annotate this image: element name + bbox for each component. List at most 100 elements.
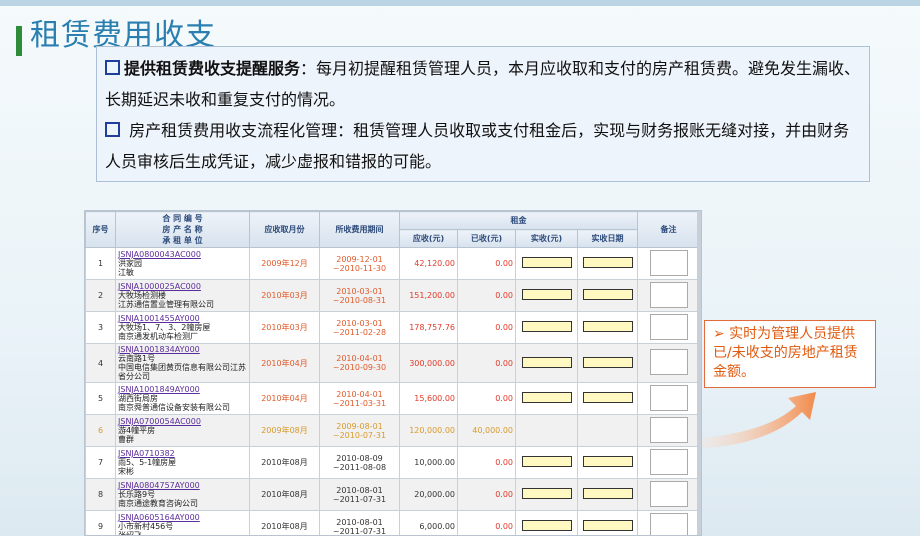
contract-code-link[interactable]: JSNJA0710382 [118, 449, 247, 458]
header-seq: 序号 [85, 211, 116, 248]
period-to: ~2011-02-28 [332, 327, 387, 337]
note-textarea[interactable] [649, 349, 688, 375]
tenant-name: 南京舜普通信设备安装有限公司 [118, 403, 230, 412]
period-from: 2009-08-01 [336, 421, 383, 431]
cell-period: 2010-08-09 ~2011-08-08 [319, 446, 400, 479]
contract-code-link[interactable]: JSNJA1000025AC000 [118, 282, 247, 291]
actual-amount-input[interactable] [521, 321, 572, 332]
property-name: 雨5、5-1幢房屋 [118, 458, 177, 467]
actual-amount-input[interactable] [521, 456, 572, 467]
contract-code-link[interactable]: JSNJA0800043AC000 [118, 250, 247, 259]
actual-amount-input[interactable] [521, 488, 572, 499]
checkbox-square-icon [105, 60, 120, 75]
cell-period: 2010-03-01 ~2010-08-31 [319, 279, 400, 312]
cell-actual [515, 247, 578, 280]
note-textarea[interactable] [649, 249, 688, 276]
cell-note [637, 414, 700, 447]
actual-date-input[interactable] [582, 392, 633, 403]
cell-due: 120,000.00 [399, 414, 458, 447]
actual-date-input[interactable] [582, 321, 633, 332]
header-month: 应收取月份 [249, 211, 320, 248]
contract-code-link[interactable]: JSNJA1001834AY000 [118, 345, 247, 354]
property-name: 大牧场检测楼 [118, 291, 166, 300]
cell-month: 2010年04月 [249, 343, 320, 383]
period-from: 2010-04-01 [336, 354, 383, 363]
cell-date [577, 510, 638, 535]
cell-note [637, 279, 700, 312]
table-row: 9 JSNJA0605164AY000 小市新村456号 张绍飞 2010年08月 201… [85, 510, 700, 536]
cell-month: 2009年08月 [249, 414, 320, 447]
cell-actual [515, 510, 578, 535]
period-to: ~2011-07-31 [332, 526, 387, 536]
period-from: 2010-08-01 [336, 517, 383, 527]
cell-note [637, 510, 700, 535]
cell-period: 2009-08-01 ~2010-07-31 [319, 414, 400, 447]
note-textarea[interactable] [649, 313, 688, 340]
cell-date [577, 382, 638, 415]
actual-date-input[interactable] [582, 289, 633, 300]
cell-actual [515, 446, 578, 479]
tenant-name: 江苏通信置业管理有限公司 [118, 300, 214, 309]
note-textarea[interactable] [649, 448, 688, 475]
description-p1: 提供租赁费收支提醒服务：每月初提醒租赁管理人员，本月应收取和支付的房产租赁费。避… [105, 53, 861, 115]
cell-received: 0.00 [457, 343, 516, 383]
header-actual: 实收(元) [515, 229, 578, 248]
table-row: 3 JSNJA1001455AY000 大牧场1、7、3、2幢房屋 南京通发机动车检测… [85, 311, 700, 344]
cell-note [637, 343, 700, 383]
cell-contract: JSNJA1001455AY000 大牧场1、7、3、2幢房屋 南京通发机动车检测厂 [115, 311, 250, 344]
header-rent: 租金 [399, 211, 638, 230]
period-from: 2010-08-01 [336, 485, 383, 495]
note-textarea[interactable] [649, 281, 688, 308]
header-date: 实收日期 [577, 229, 638, 248]
rent-table-panel: 序号 合 同 编 号 房 产 名 称 承 租 单 位 应收取月份 所收费用期间 … [84, 210, 702, 536]
table-row: 1 JSNJA0800043AC000 洪家园 江敏 2009年12月 2009-12-0… [85, 247, 700, 280]
contract-code-link[interactable]: JSNJA0605164AY000 [118, 513, 247, 522]
cell-date [577, 279, 638, 312]
actual-date-input[interactable] [582, 488, 633, 499]
property-name: 小市新村456号 [118, 522, 174, 531]
property-name: 长乐路9号 [118, 490, 156, 499]
actual-amount-input[interactable] [521, 392, 572, 403]
actual-amount-input[interactable] [521, 356, 572, 368]
contract-code-link[interactable]: JSNJA1001849AY000 [118, 385, 247, 394]
table-row: 2 JSNJA1000025AC000 大牧场检测楼 江苏通信置业管理有限公司 2010… [85, 279, 700, 312]
period-from: 2010-04-01 [336, 389, 383, 399]
cell-period: 2010-04-01 ~2011-03-31 [319, 382, 400, 415]
note-textarea[interactable] [649, 480, 688, 507]
cell-received: 0.00 [457, 510, 516, 535]
tenant-name: 宋彬 [118, 467, 134, 476]
cell-seq: 9 [85, 510, 116, 535]
vertical-scrollbar[interactable] [697, 211, 701, 535]
table-row: 7 JSNJA0710382 雨5、5-1幢房屋 宋彬 2010年08月 2010-08-… [85, 446, 700, 479]
actual-amount-input[interactable] [521, 289, 572, 300]
actual-amount-input[interactable] [521, 520, 572, 531]
contract-code-link[interactable]: JSNJA0700054AC000 [118, 417, 247, 426]
actual-date-input[interactable] [582, 257, 633, 268]
property-name: 湖西街局房 [118, 394, 158, 403]
actual-date-input[interactable] [582, 456, 633, 467]
actual-date-input[interactable] [582, 356, 633, 368]
period-to: ~2010-08-31 [332, 295, 387, 305]
cell-contract: JSNJA0800043AC000 洪家园 江敏 [115, 247, 250, 280]
period-to: ~2011-08-08 [332, 462, 387, 472]
cell-period: 2009-12-01 ~2010-11-30 [319, 247, 400, 280]
period-to: ~2011-07-31 [332, 494, 387, 504]
cell-due: 42,120.00 [399, 247, 458, 280]
contract-code-link[interactable]: JSNJA0804757AY000 [118, 481, 247, 490]
contract-code-link[interactable]: JSNJA1001455AY000 [118, 314, 247, 323]
rent-table-body: 1 JSNJA0800043AC000 洪家园 江敏 2009年12月 2009-12-0… [85, 247, 700, 536]
cell-due: 151,200.00 [399, 279, 458, 312]
cell-actual [515, 478, 578, 511]
note-textarea[interactable] [649, 384, 688, 411]
note-textarea[interactable] [649, 416, 688, 443]
period-to: ~2010-07-31 [332, 430, 387, 440]
tenant-name: 张绍飞 [118, 531, 142, 536]
actual-amount-input[interactable] [521, 257, 572, 268]
actual-date-input[interactable] [582, 520, 633, 531]
cell-note [637, 478, 700, 511]
note-textarea[interactable] [649, 512, 688, 535]
cell-received: 40,000.00 [457, 414, 516, 447]
description-box: 提供租赁费收支提醒服务：每月初提醒租赁管理人员，本月应收取和支付的房产租赁费。避… [96, 46, 870, 182]
header-period: 所收费用期间 [319, 211, 400, 248]
cell-seq: 6 [85, 414, 116, 447]
